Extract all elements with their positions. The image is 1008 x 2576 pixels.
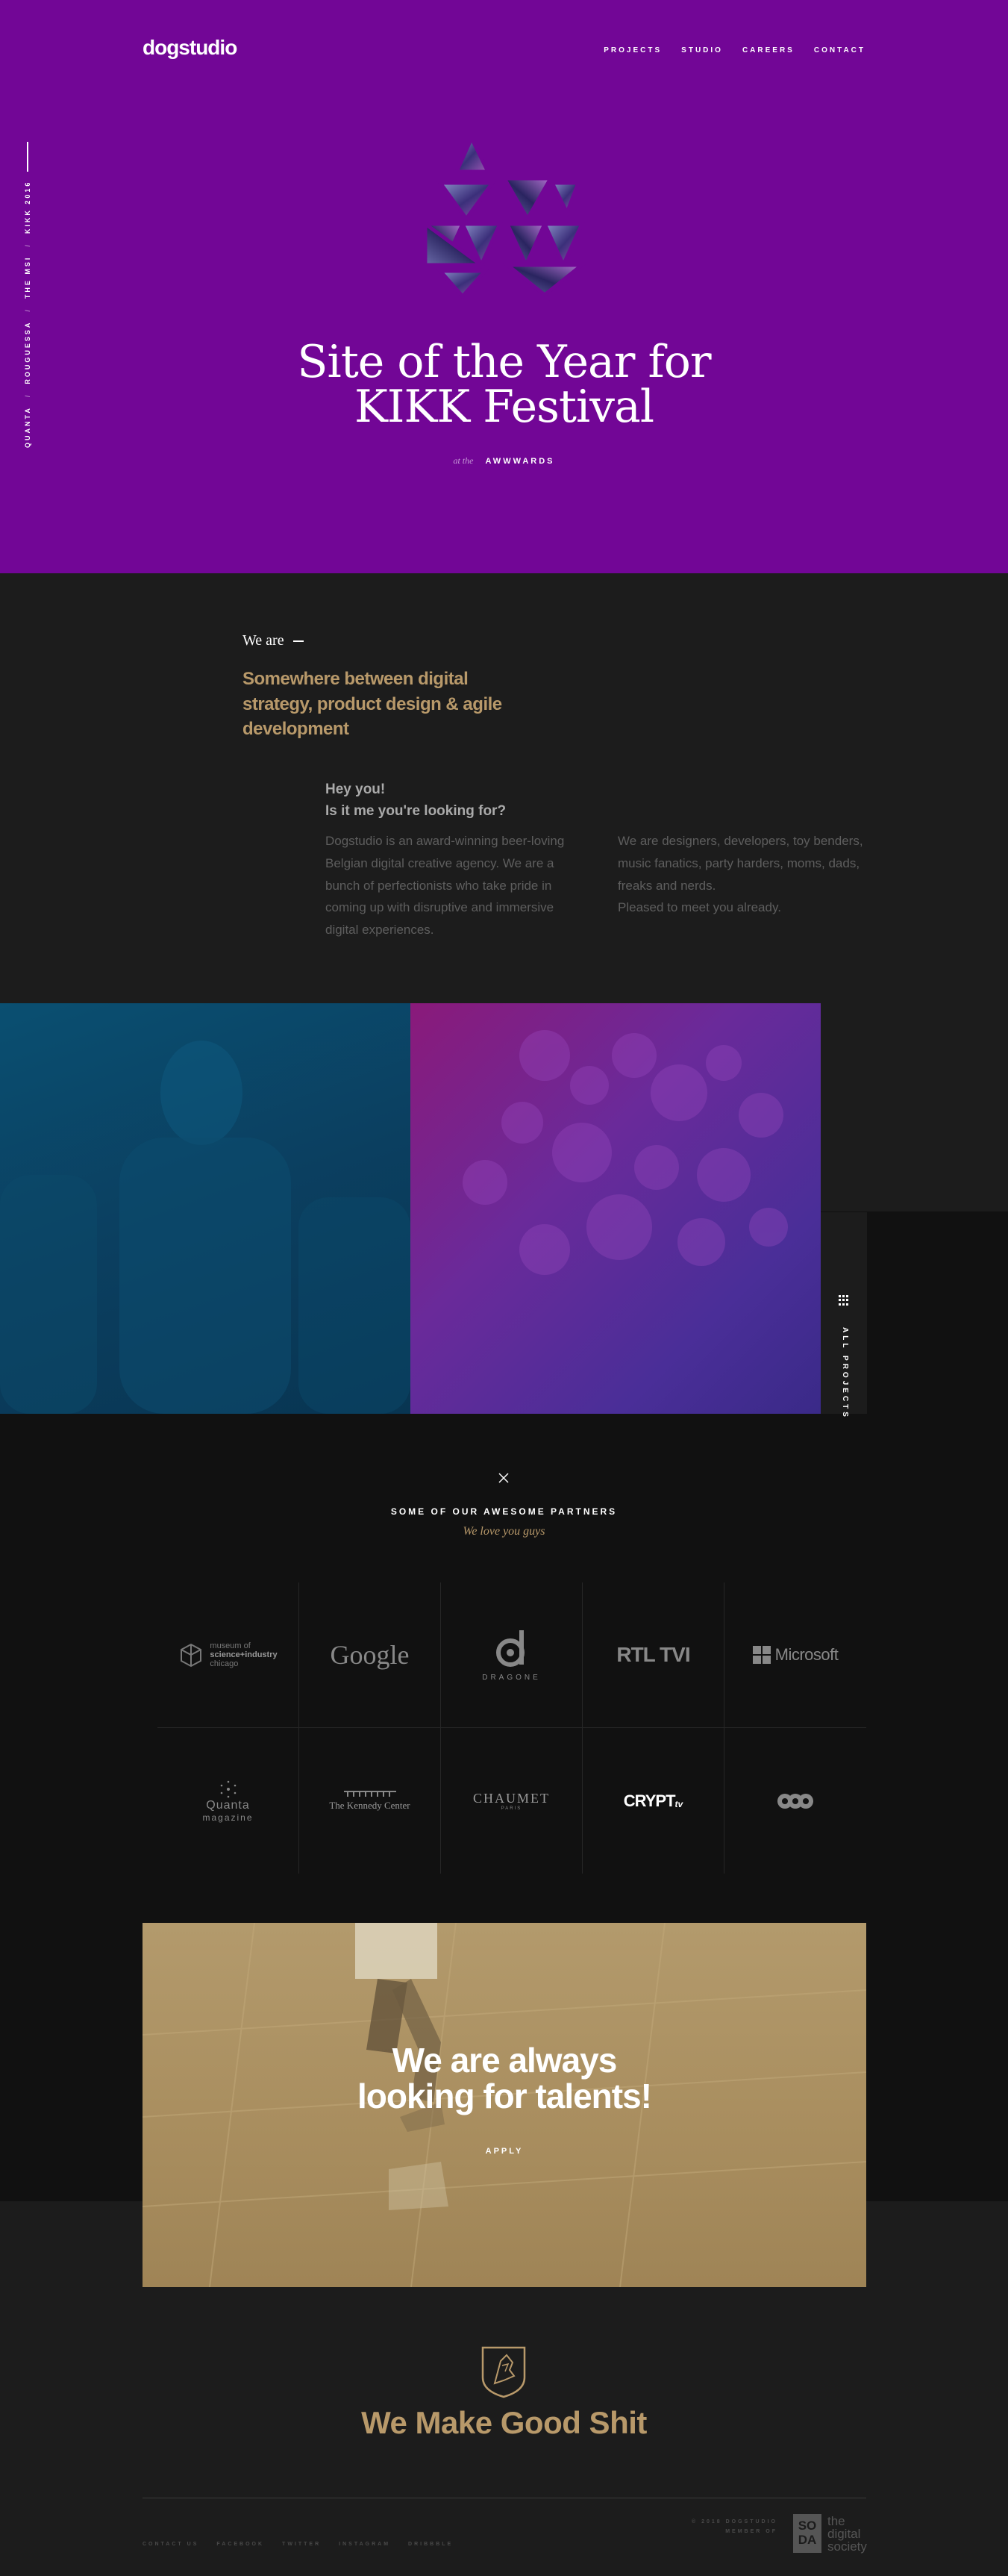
project-2-image	[463, 1030, 788, 1275]
crypt-text: CRYPT	[623, 1791, 676, 1810]
partner-logo-grid: museum of science+industry chicago Googl…	[157, 1582, 866, 1874]
partner-logo-chaumet[interactable]: CHAUMET PARIS	[441, 1728, 583, 1874]
about-tagline: Somewhere between digital strategy, prod…	[242, 669, 502, 740]
side-project-msi[interactable]: THE MSI	[24, 256, 31, 299]
footer-link-instagram[interactable]: INSTAGRAM	[339, 2542, 390, 2547]
active-indicator	[27, 141, 28, 172]
hero-section: dogstudio PROJECTS STUDIO CAREERS CONTAC…	[0, 0, 1008, 573]
soda-digital: digital	[827, 2526, 861, 2541]
quanta-atom-icon	[220, 1780, 236, 1797]
member-of-text: MEMBER OF	[725, 2529, 777, 2535]
hero-award: at the AWWWARDS	[0, 455, 1008, 467]
partner-logo-dragone[interactable]: DRAGONE	[441, 1582, 583, 1728]
soda-so: SO	[798, 2519, 817, 2533]
talent-title-line1: We are always	[392, 2041, 618, 2080]
soda-logo[interactable]: SO DA the digital society	[793, 2514, 867, 2553]
main-nav: PROJECTS STUDIO CAREERS CONTACT	[604, 46, 865, 54]
msi-line2: science+industry	[210, 1650, 278, 1659]
all-projects-link[interactable]: ALL PROJECTS	[841, 1327, 849, 1420]
side-project-kikk[interactable]: KIKK 2016	[24, 181, 31, 234]
dogstudio-logo[interactable]: dogstudio	[143, 36, 237, 60]
project-card-1[interactable]	[0, 1003, 410, 1414]
side-separator: /	[24, 308, 31, 312]
soda-da: DA	[798, 2533, 817, 2547]
msi-line1: museum of	[210, 1641, 251, 1650]
nav-projects[interactable]: PROJECTS	[604, 46, 662, 54]
dog-crest-icon	[481, 2346, 526, 2398]
about-paragraph-2b: Pleased to meet you already.	[618, 900, 781, 915]
soda-the: the	[827, 2513, 845, 2528]
footer-motto: We Make Good Shit	[361, 2405, 647, 2440]
we-are-text: We are	[242, 632, 284, 649]
footer-copyright: © 2018 DOGSTUDIO MEMBER OF	[686, 2517, 777, 2537]
talent-title: We are always looking for talents!	[143, 2042, 866, 2115]
project-1-image	[0, 1041, 410, 1414]
microsoft-windows-icon	[752, 1646, 771, 1664]
kikk-gem-graphic	[422, 138, 588, 299]
microsoft-text: Microsoft	[774, 1645, 839, 1664]
talent-banner: We are always looking for talents! APPLY	[143, 1923, 866, 2287]
partner-logo-google[interactable]: Google	[299, 1582, 441, 1728]
kennedy-columns-icon	[343, 1790, 396, 1797]
nav-contact[interactable]: CONTACT	[814, 46, 865, 54]
partner-logo-rtl[interactable]: RTL TVI	[583, 1582, 724, 1728]
footer-links: CONTACT US FACEBOOK TWITTER INSTAGRAM DR…	[143, 2542, 453, 2547]
apply-button[interactable]: APPLY	[143, 2147, 866, 2156]
quanta-text: Quanta	[206, 1798, 250, 1812]
partners-title: SOME OF OUR AWESOME PARTNERS	[390, 1506, 618, 1517]
rtl-text: RTL TVI	[616, 1643, 690, 1666]
hero-title: Site of the Year for KIKK Festival	[0, 340, 1008, 429]
we-are-heading: We are	[242, 632, 304, 649]
soda-square: SO DA	[793, 2514, 821, 2553]
crypt-tv-text: tv	[674, 1798, 683, 1809]
voo-logo-icon	[777, 1793, 813, 1809]
chaumet-paris-text: PARIS	[501, 1806, 522, 1811]
project-card-2[interactable]	[410, 1003, 821, 1414]
kennedy-text: The Kennedy Center	[329, 1799, 410, 1811]
at-the-label: at the	[453, 455, 474, 466]
hey-line1: Hey you!	[325, 782, 386, 797]
about-paragraph-1: Dogstudio is an award-winning beer-lovin…	[325, 834, 565, 937]
talent-title-line2: looking for talents!	[357, 2077, 652, 2116]
chaumet-text: CHAUMET	[473, 1791, 550, 1806]
grid-icon[interactable]	[839, 1295, 849, 1306]
dragone-d-icon	[495, 1630, 525, 1667]
msi-cube-icon	[181, 1643, 202, 1668]
awwwards-label[interactable]: AWWWARDS	[485, 457, 554, 466]
heading-dash	[292, 640, 304, 643]
nav-studio[interactable]: STUDIO	[681, 46, 723, 54]
soda-text: the digital society	[827, 2515, 867, 2553]
partner-logo-crypt-tv[interactable]: CRYPT tv	[583, 1728, 724, 1874]
partner-logo-kennedy-center[interactable]: The Kennedy Center	[299, 1728, 441, 1874]
msi-line3: chicago	[210, 1659, 239, 1669]
partner-logo-msi[interactable]: museum of science+industry chicago	[157, 1582, 299, 1728]
footer-link-contact[interactable]: CONTACT US	[143, 2542, 198, 2547]
footer-link-twitter[interactable]: TWITTER	[282, 2542, 321, 2547]
partner-logo-quanta[interactable]: Quanta magazine	[157, 1728, 299, 1874]
soda-society: society	[827, 2539, 867, 2554]
hey-line2: Is it me you're looking for?	[325, 803, 507, 820]
footer-link-facebook[interactable]: FACEBOOK	[216, 2542, 264, 2547]
side-separator: /	[24, 243, 31, 247]
about-paragraph-2a: We are designers, developers, toy bender…	[618, 834, 863, 893]
partners-subtitle: We love you guys	[463, 1525, 545, 1538]
nav-careers[interactable]: CAREERS	[742, 46, 795, 54]
google-text: Google	[330, 1640, 410, 1670]
hey-you-heading: Hey you! Is it me you're looking for?	[325, 779, 506, 823]
hero-title-line2: KIKK Festival	[354, 381, 654, 433]
copyright-text: © 2018 DOGSTUDIO	[691, 2519, 777, 2524]
close-x-icon	[498, 1473, 509, 1483]
dragone-text: DRAGONE	[482, 1673, 541, 1682]
quanta-magazine-text: magazine	[202, 1812, 254, 1823]
partner-logo-microsoft[interactable]: Microsoft	[724, 1582, 866, 1728]
partner-logo-voo[interactable]	[724, 1728, 866, 1874]
about-paragraph-2: We are designers, developers, toy bender…	[618, 830, 871, 919]
footer-link-dribbble[interactable]: DRIBBBLE	[408, 2542, 453, 2547]
